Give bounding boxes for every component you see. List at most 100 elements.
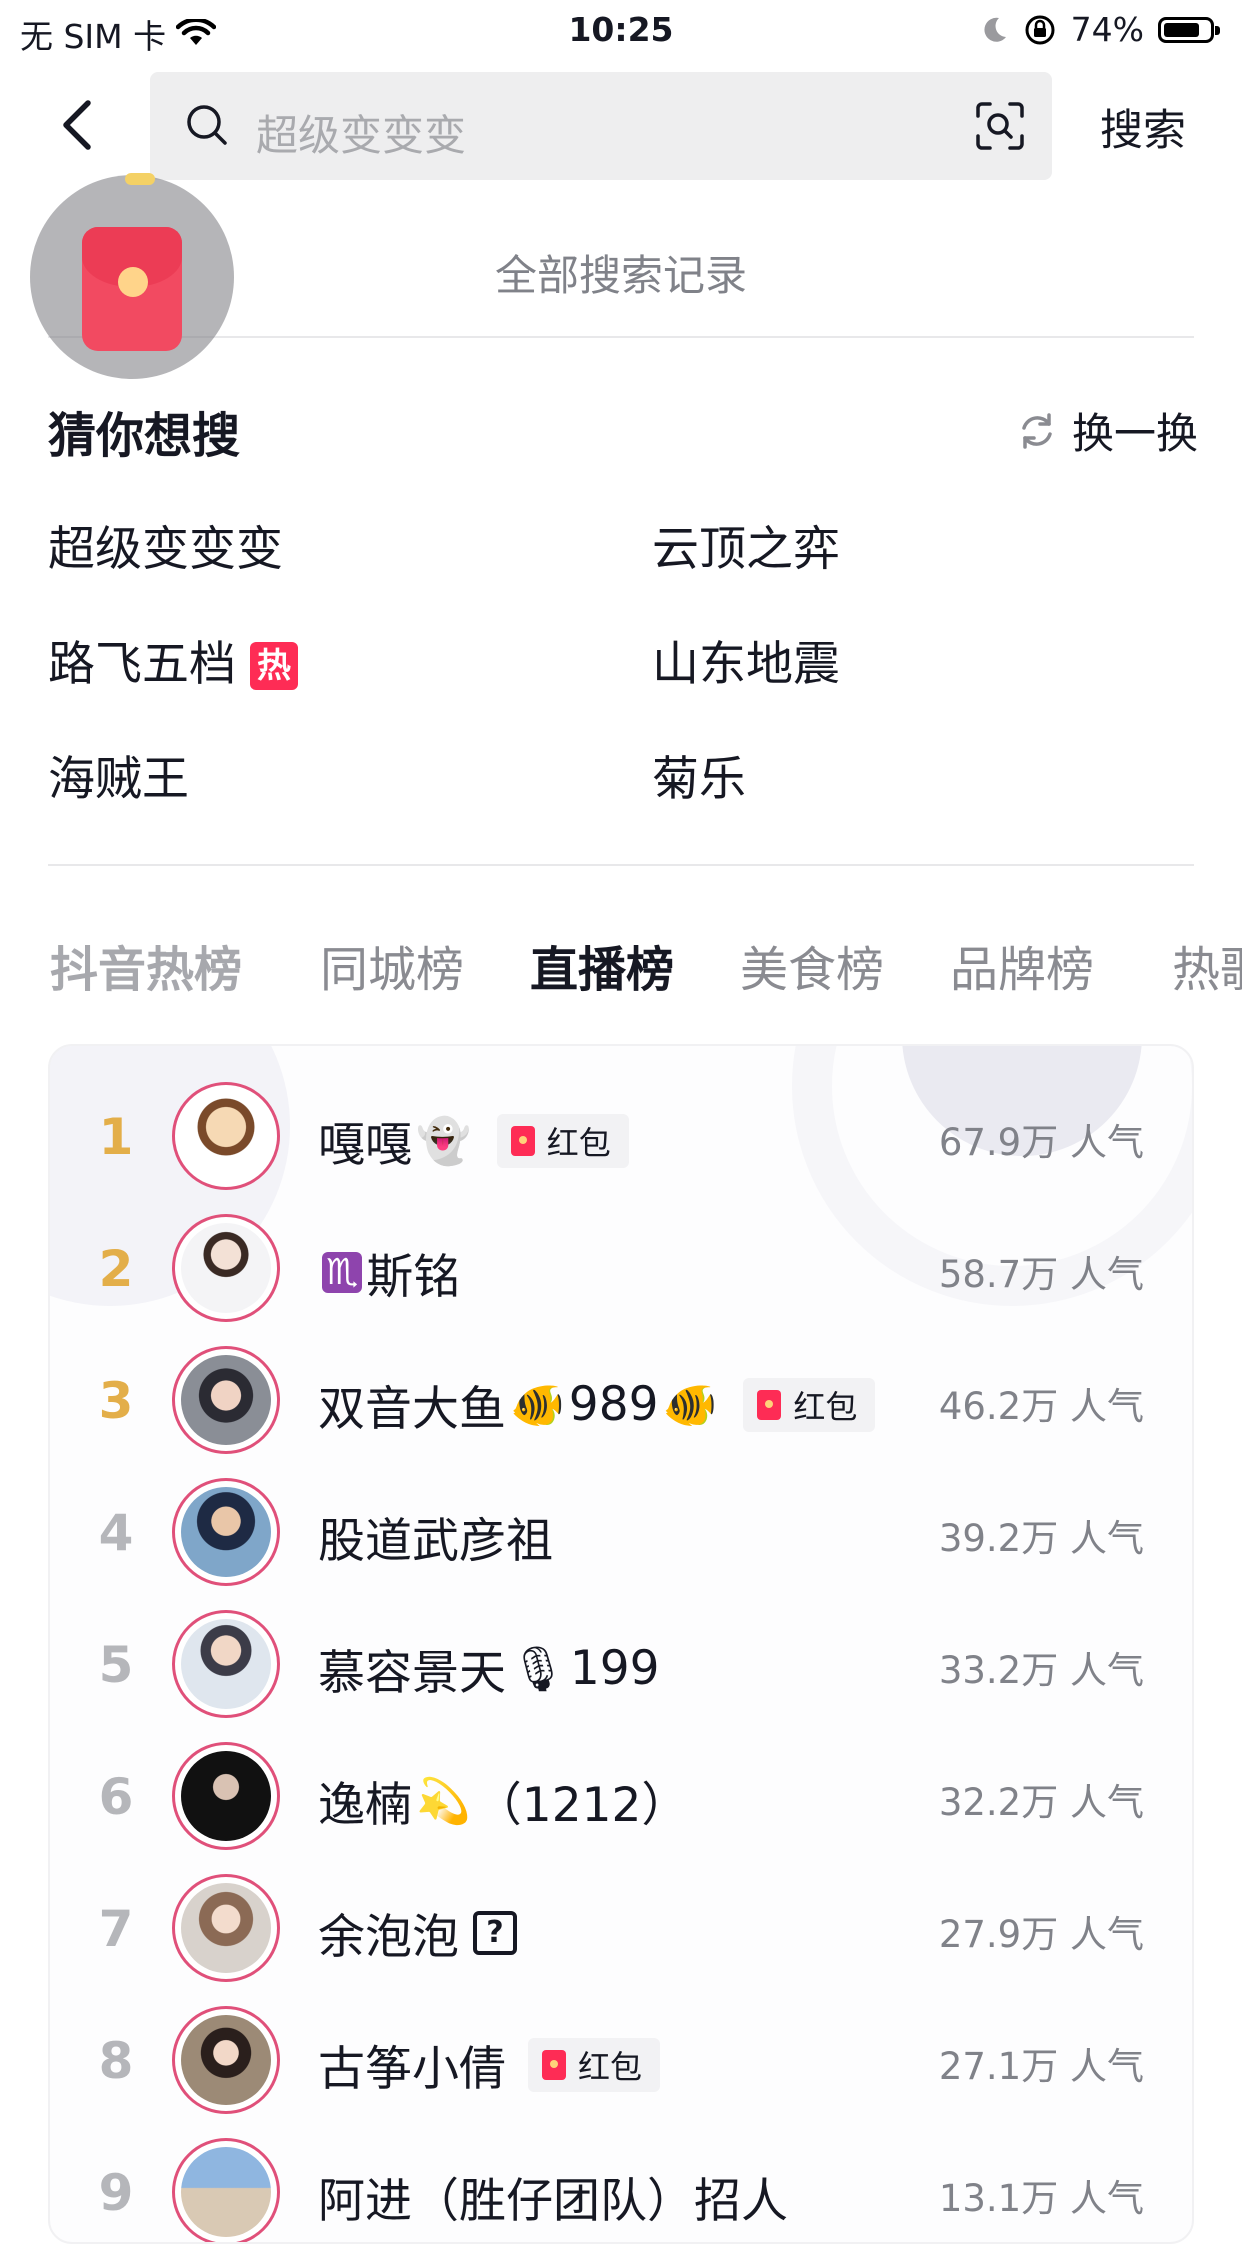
list-item[interactable]: 8 古筝小倩 红包 27.1万 人气 (50, 1994, 1192, 2126)
name-label: 余泡泡 (318, 1910, 459, 1965)
name-extra: （1212） (474, 1778, 689, 1833)
red-packet-badge: 红包 (528, 2037, 661, 2092)
list-item[interactable]: 5 慕容景天 🎙 199 33.2万 人气 (50, 1598, 1192, 1730)
list-item[interactable]: 7 余泡泡 ? 27.9万 人气 (50, 1862, 1192, 1994)
search-icon (187, 105, 227, 145)
refresh-button[interactable]: 换一换 (1016, 400, 1198, 461)
streamer-name: 慕容景天 🎙 199 (318, 1634, 660, 1703)
rank-number: 5 (98, 1636, 134, 1694)
status-bar: 无 SIM 卡 10:25 74% (0, 0, 1242, 62)
unknown-emoji-icon: ? (473, 1910, 517, 1955)
search-input[interactable]: 超级变变变 (150, 72, 1052, 180)
guess-item[interactable]: 超级变变变 (48, 510, 283, 579)
rank-number: 6 (98, 1768, 134, 1826)
floating-red-packet-button[interactable] (30, 173, 234, 379)
name-extra: 989 (568, 1377, 659, 1432)
rank-number: 7 (98, 1900, 134, 1958)
avatar[interactable] (172, 1742, 280, 1850)
popularity-count: 32.2万 人气 (938, 1781, 1144, 1824)
guess-item[interactable]: 海贼王 (48, 740, 189, 809)
streamer-name: 股道武彦祖 (318, 1502, 553, 1571)
red-packet-badge-label: 红包 (546, 1123, 611, 1162)
red-packet-icon (542, 2049, 566, 2080)
guess-item[interactable]: 路飞五档热 (48, 625, 298, 694)
list-item[interactable]: 3 双音大鱼 🐠 989 🐠 红包 46.2万 人气 (50, 1334, 1192, 1466)
streamer-name: 双音大鱼 🐠 989 🐠 红包 (318, 1370, 876, 1439)
streamer-name: ♏ 斯铭 (318, 1238, 460, 1307)
tab-douyin-hot[interactable]: 抖音热榜 (50, 930, 242, 1000)
streamer-name: 余泡泡 ? (318, 1898, 517, 1967)
image-search-icon[interactable] (972, 98, 1028, 154)
moon-icon (984, 17, 1006, 42)
list-item[interactable]: 4 股道武彦祖 39.2万 人气 (50, 1466, 1192, 1598)
tab-brand[interactable]: 品牌榜 (950, 930, 1094, 1000)
avatar[interactable] (172, 1214, 280, 1322)
popularity-count: 58.7万 人气 (938, 1253, 1144, 1296)
tab-hot-songs[interactable]: 热歌 (1172, 930, 1242, 1000)
live-rank-list: 1 嘎嘎 👻 红包 67.9万 人气 2 ♏ 斯铭 58.7万 人气 3 双音大… (48, 1044, 1194, 2244)
microphone-icon: 🎙 (510, 1643, 566, 1695)
refresh-label: 换一换 (1071, 409, 1198, 458)
streamer-name: 逸楠 💫 （1212） (318, 1766, 688, 1835)
name-extra: 199 (569, 1641, 660, 1696)
status-right: 74% (979, 10, 1220, 49)
popularity-count: 33.2万 人气 (938, 1649, 1144, 1692)
popularity-count: 27.9万 人气 (938, 1913, 1144, 1956)
tab-live[interactable]: 直播榜 (530, 930, 674, 1000)
avatar[interactable] (172, 2138, 280, 2242)
streamer-name: 阿进（胜仔团队）招人 (318, 2162, 788, 2231)
avatar[interactable] (172, 2006, 280, 2114)
battery-icon (1158, 16, 1220, 43)
list-item[interactable]: 6 逸楠 💫 （1212） 32.2万 人气 (50, 1730, 1192, 1862)
popularity-count: 39.2万 人气 (938, 1517, 1144, 1560)
rank-number: 8 (98, 2032, 134, 2090)
avatar[interactable] (172, 1478, 280, 1586)
guess-item[interactable]: 云顶之弈 (652, 510, 840, 579)
streamer-name: 古筝小倩 红包 (318, 2030, 661, 2099)
list-item[interactable]: 9 阿进（胜仔团队）招人 13.1万 人气 (50, 2126, 1192, 2242)
orientation-lock-icon (1025, 15, 1055, 44)
avatar[interactable] (172, 1874, 280, 1982)
fish-emoji-icon: 🐠 (510, 1379, 565, 1431)
popularity-count: 13.1万 人气 (938, 2177, 1144, 2220)
guess-section-title: 猜你想搜 (48, 408, 241, 464)
guess-item[interactable]: 菊乐 (652, 740, 746, 809)
popularity-count: 27.1万 人气 (938, 2045, 1144, 2088)
popularity-count: 67.9万 人气 (938, 1121, 1144, 1164)
streamer-name: 嘎嘎 👻 红包 (318, 1106, 629, 1175)
tab-food[interactable]: 美食榜 (740, 930, 884, 1000)
red-packet-badge-label: 红包 (793, 1387, 858, 1426)
list-item[interactable]: 2 ♏ 斯铭 58.7万 人气 (50, 1202, 1192, 1334)
name-label: 古筝小倩 (318, 2042, 506, 2097)
search-placeholder: 超级变变变 (256, 111, 467, 160)
fish-emoji-icon: 🐠 (662, 1379, 718, 1431)
name-label: 股道武彦祖 (318, 1514, 553, 1569)
name-label: 慕容景天 (318, 1646, 506, 1701)
list-item[interactable]: 1 嘎嘎 👻 红包 67.9万 人气 (50, 1070, 1192, 1202)
avatar[interactable] (172, 1082, 280, 1190)
red-packet-icon (510, 1125, 535, 1156)
hot-badge: 热 (250, 642, 298, 690)
red-packet-badge: 红包 (743, 1377, 876, 1432)
search-button[interactable]: 搜索 (1100, 96, 1186, 158)
popularity-count: 46.2万 人气 (938, 1385, 1144, 1428)
tab-local[interactable]: 同城榜 (320, 930, 464, 1000)
name-label: 逸楠 (318, 1778, 412, 1833)
name-label: 双音大鱼 (318, 1382, 506, 1437)
guess-item[interactable]: 山东地震 (652, 625, 840, 694)
rank-number: 3 (98, 1372, 134, 1430)
divider (48, 864, 1194, 866)
rank-number: 4 (98, 1504, 134, 1562)
name-label: 嘎嘎 (318, 1118, 412, 1173)
red-packet-badge-label: 红包 (578, 2047, 643, 2086)
back-arrow-icon[interactable] (50, 95, 110, 155)
battery-percent: 74% (1070, 10, 1144, 49)
name-label: 阿进（胜仔团队）招人 (318, 2174, 788, 2229)
guess-item-label: 路飞五档 (48, 637, 236, 692)
dizzy-emoji-icon: 💫 (416, 1775, 471, 1827)
avatar[interactable] (172, 1610, 280, 1718)
name-label: 斯铭 (366, 1250, 461, 1305)
red-packet-badge: 红包 (496, 1113, 629, 1168)
avatar[interactable] (172, 1346, 280, 1454)
rank-number: 1 (98, 1108, 134, 1166)
